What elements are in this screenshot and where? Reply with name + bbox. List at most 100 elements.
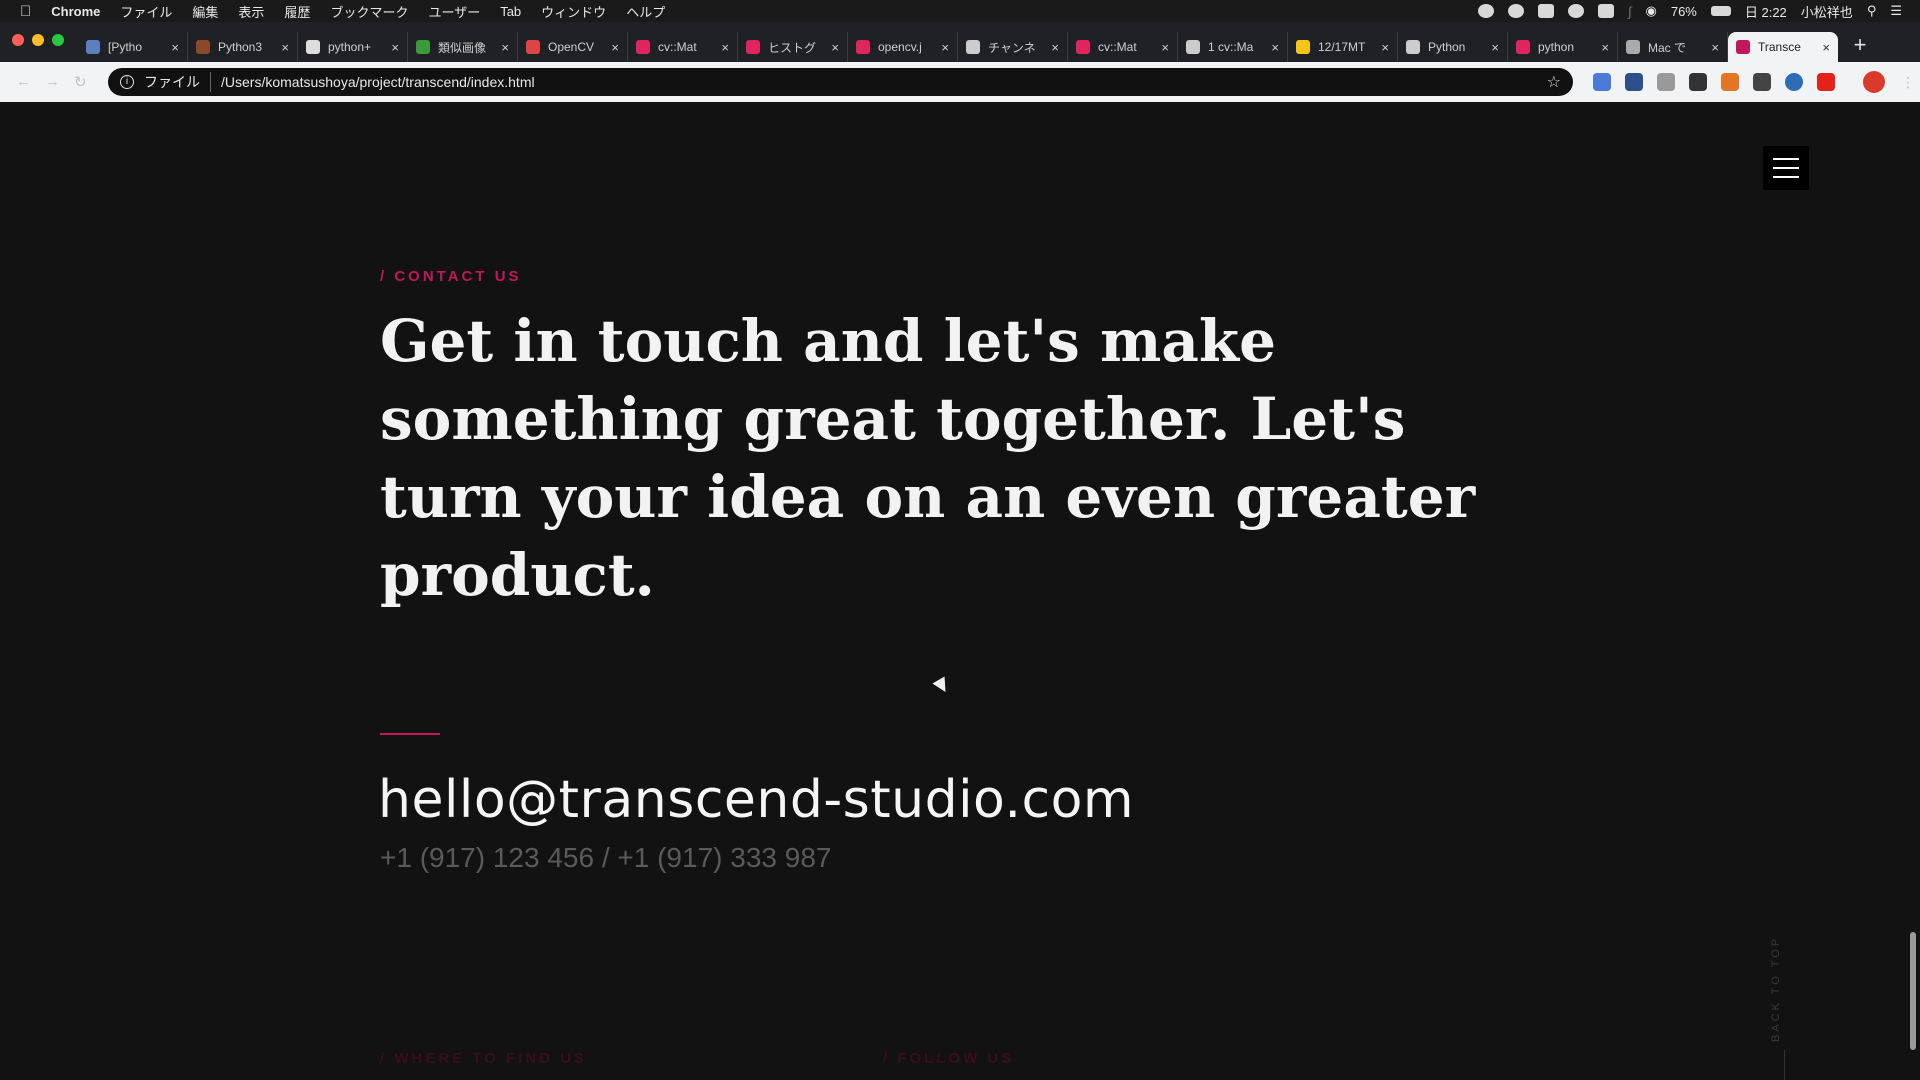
creative-cloud-icon[interactable] (1567, 4, 1584, 18)
menu-bookmarks[interactable]: ブックマーク (330, 2, 408, 21)
menu-window[interactable]: ウィンドウ (541, 2, 606, 21)
tab-title: チャンネ (988, 40, 1036, 55)
notification-center-icon[interactable]: ☰ (1890, 3, 1902, 19)
favicon-icon (306, 40, 320, 54)
close-tab-icon[interactable]: × (1051, 40, 1059, 55)
macos-menubar:  Chrome ファイル 編集 表示 履歴 ブックマーク ユーザー Tab ウ… (0, 0, 1920, 22)
contact-headline: Get in touch and let's make something gr… (380, 307, 1476, 609)
new-tab-button[interactable]: + (1846, 32, 1874, 60)
browser-tab[interactable]: Python3 × (188, 32, 298, 62)
browser-tab[interactable]: python+ × (298, 32, 408, 62)
input-method-icon[interactable] (1597, 4, 1614, 18)
tab-title: OpenCV (548, 40, 595, 54)
extension-icon[interactable] (1657, 73, 1675, 91)
favicon-icon (196, 40, 210, 54)
close-tab-icon[interactable]: × (1161, 40, 1169, 55)
close-tab-icon[interactable]: × (941, 40, 949, 55)
profile-avatar[interactable] (1863, 71, 1885, 93)
browser-tab[interactable]: python × (1508, 32, 1618, 62)
browser-tab[interactable]: 類似画像 × (408, 32, 518, 62)
record-icon[interactable] (1477, 4, 1494, 18)
tab-list: [Pytho × Python3 × python+ × 類似画像 × OpenCV × cv::M… (78, 28, 1838, 62)
reload-icon[interactable]: ↻ (74, 73, 87, 91)
evernote-icon[interactable] (1537, 4, 1554, 18)
tab-title: Python3 (218, 40, 263, 54)
close-tab-icon[interactable]: × (1271, 40, 1279, 55)
dictionary-extension-icon[interactable] (1625, 73, 1643, 91)
selenium-extension-icon[interactable] (1753, 73, 1771, 91)
menubar-app-name[interactable]: Chrome (51, 4, 100, 19)
chrome-menu-icon[interactable]: ⋮ (1901, 74, 1915, 91)
back-to-top-line (1784, 1050, 1785, 1080)
address-bar[interactable]: i ファイル /Users/komatsushoya/project/trans… (108, 68, 1573, 96)
browser-tab[interactable]: [Pytho × (78, 32, 188, 62)
contact-phones: +1 (917) 123 456 / +1 (917) 333 987 (380, 842, 832, 873)
close-tab-icon[interactable]: × (391, 40, 399, 55)
grammarly-icon[interactable] (1507, 4, 1524, 18)
contact-email-link[interactable]: hello@transcend-studio.com (378, 770, 1134, 830)
site-info-icon[interactable]: i (120, 75, 134, 89)
browser-tab[interactable]: cv::Mat × (1068, 32, 1178, 62)
favicon-icon (966, 40, 980, 54)
favicon-icon (526, 40, 540, 54)
tab-title: Transce (1758, 40, 1801, 54)
browser-tab[interactable]: 12/17MT × (1288, 32, 1398, 62)
tab-title: opencv.j (878, 40, 922, 54)
menu-file[interactable]: ファイル (120, 2, 172, 21)
minimize-window-icon[interactable] (32, 34, 44, 46)
browser-tab[interactable]: OpenCV × (518, 32, 628, 62)
close-tab-icon[interactable]: × (281, 40, 289, 55)
bluetooth-icon[interactable]: ∫ (1628, 4, 1632, 19)
close-tab-icon[interactable]: × (1822, 40, 1830, 55)
close-tab-icon[interactable]: × (501, 40, 509, 55)
youtube-extension-icon[interactable] (1817, 73, 1835, 91)
follow-us-heading: / FOLLOW US (883, 1050, 1015, 1067)
menu-user[interactable]: ユーザー (428, 2, 480, 21)
zoom-window-icon[interactable] (52, 34, 64, 46)
browser-tab[interactable]: ヒストグ × (738, 32, 848, 62)
menu-tab[interactable]: Tab (500, 4, 521, 19)
favicon-icon (856, 40, 870, 54)
menubar-left:  Chrome ファイル 編集 表示 履歴 ブックマーク ユーザー Tab ウ… (0, 2, 665, 21)
menu-help[interactable]: ヘルプ (626, 2, 665, 21)
close-tab-icon[interactable]: × (1711, 40, 1719, 55)
spotlight-icon[interactable]: ⚲ (1867, 3, 1877, 19)
browser-tab[interactable]: Python × (1398, 32, 1508, 62)
bookmark-star-icon[interactable]: ☆ (1547, 72, 1561, 92)
menu-history[interactable]: 履歴 (284, 2, 310, 21)
back-icon[interactable]: ← (16, 73, 31, 91)
browser-tab[interactable]: チャンネ × (958, 32, 1068, 62)
browser-tab[interactable]: opencv.j × (848, 32, 958, 62)
wifi-icon[interactable]: ◉ (1646, 3, 1657, 19)
close-tab-icon[interactable]: × (1381, 40, 1389, 55)
close-tab-icon[interactable]: × (171, 40, 179, 55)
battery-icon[interactable] (1710, 6, 1731, 16)
close-tab-icon[interactable]: × (1601, 40, 1609, 55)
tab-title: 類似画像 (438, 40, 487, 55)
favicon-icon (1516, 40, 1530, 54)
metamask-extension-icon[interactable] (1721, 73, 1739, 91)
translate-extension-icon[interactable] (1593, 73, 1611, 91)
apple-icon[interactable]:  (20, 3, 31, 20)
browser-tab[interactable]: Transce × (1728, 32, 1838, 62)
close-tab-icon[interactable]: × (831, 40, 839, 55)
close-tab-icon[interactable]: × (721, 40, 729, 55)
menu-view[interactable]: 表示 (238, 2, 264, 21)
address-url[interactable]: /Users/komatsushoya/project/transcend/in… (221, 74, 535, 90)
menu-edit[interactable]: 編集 (192, 2, 218, 21)
qr-extension-icon[interactable] (1689, 73, 1707, 91)
menu-line (1773, 167, 1799, 169)
user-name[interactable]: 小松祥也 (1801, 2, 1853, 21)
close-window-icon[interactable] (12, 34, 24, 46)
page-scrollbar[interactable] (1910, 932, 1916, 1050)
sync-extension-icon[interactable] (1785, 73, 1803, 91)
browser-tab[interactable]: 1 cv::Ma × (1178, 32, 1288, 62)
browser-tab[interactable]: cv::Mat × (628, 32, 738, 62)
back-to-top-link[interactable]: BACK TO TOP (1770, 932, 1800, 1042)
close-tab-icon[interactable]: × (611, 40, 619, 55)
browser-tab[interactable]: Mac で × (1618, 32, 1728, 62)
forward-icon[interactable]: → (45, 73, 60, 91)
close-tab-icon[interactable]: × (1491, 40, 1499, 55)
hamburger-menu-button[interactable] (1763, 146, 1809, 190)
clock[interactable]: 日 2:22 (1745, 2, 1787, 21)
